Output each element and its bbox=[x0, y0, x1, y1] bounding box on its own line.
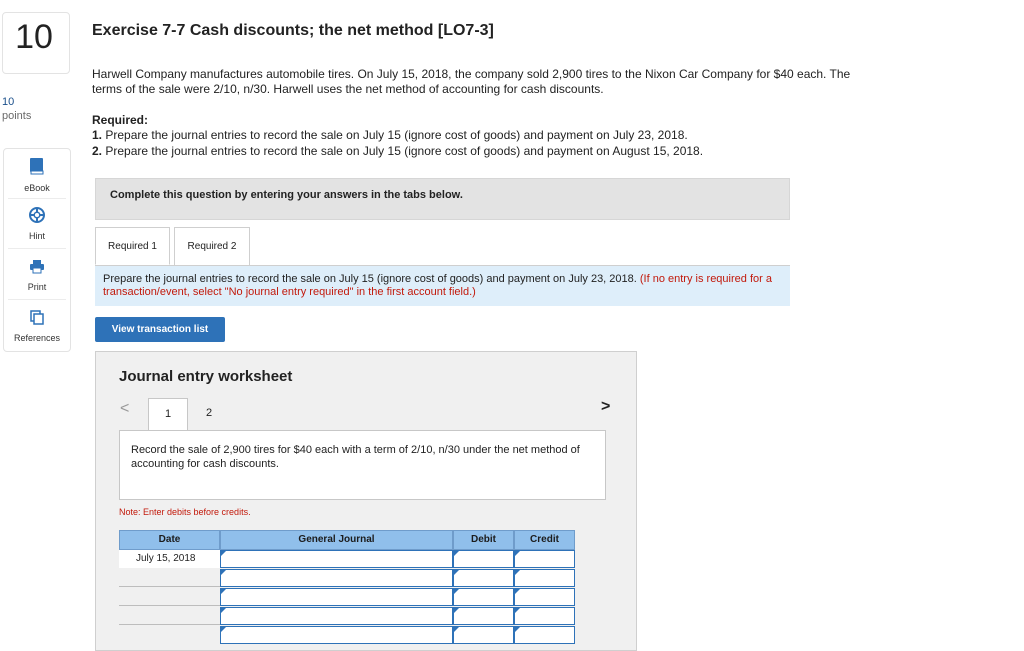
tool-divider bbox=[8, 198, 66, 199]
transaction-description: Record the sale of 2,900 tires for $40 e… bbox=[119, 430, 606, 500]
references-label: References bbox=[13, 333, 61, 343]
tool-divider bbox=[8, 248, 66, 249]
instruction-text: Prepare the journal entries to record th… bbox=[103, 273, 637, 285]
column-general-journal: General Journal bbox=[220, 530, 453, 550]
hint-button[interactable]: Hint bbox=[4, 207, 70, 241]
general-journal-input[interactable] bbox=[220, 569, 453, 587]
hint-label: Hint bbox=[28, 231, 45, 241]
row-divider bbox=[119, 624, 220, 625]
journal-entry-worksheet: Journal entry worksheet < 1 2 > Record t… bbox=[95, 351, 637, 651]
row-divider bbox=[119, 605, 220, 606]
required-item-text: Prepare the journal entries to record th… bbox=[105, 144, 704, 158]
required-item-text: Prepare the journal entries to record th… bbox=[105, 128, 688, 142]
next-page-button[interactable]: > bbox=[601, 398, 610, 416]
view-transaction-list-button[interactable]: View transaction list bbox=[95, 317, 225, 342]
tab-required-2[interactable]: Required 2 bbox=[174, 227, 250, 265]
debit-input[interactable] bbox=[453, 607, 514, 625]
debit-input[interactable] bbox=[453, 588, 514, 606]
page-tab-2[interactable]: 2 bbox=[189, 398, 229, 430]
tools-panel: eBook Hint Print References bbox=[3, 148, 71, 352]
debits-note: Note: Enter debits before credits. bbox=[119, 507, 251, 517]
entry-date-cell: July 15, 2018 bbox=[119, 550, 220, 568]
column-debit: Debit bbox=[453, 530, 514, 550]
instruction-panel: Prepare the journal entries to record th… bbox=[95, 266, 790, 306]
points-label: points bbox=[2, 110, 32, 122]
complete-question-text: Complete this question by entering your … bbox=[110, 189, 463, 201]
points-value: 10 bbox=[2, 96, 15, 108]
prev-page-button[interactable]: < bbox=[120, 400, 129, 418]
required-heading: Required: bbox=[92, 113, 149, 127]
exercise-intro: Harwell Company manufactures automobile … bbox=[92, 67, 851, 96]
page-tab-1[interactable]: 1 bbox=[148, 398, 188, 430]
required-item-number: 2. bbox=[92, 144, 103, 158]
exercise-title: Exercise 7-7 Cash discounts; the net met… bbox=[92, 22, 494, 39]
ebook-label: eBook bbox=[24, 183, 50, 193]
ebook-button[interactable]: eBook bbox=[4, 157, 70, 193]
general-journal-input[interactable] bbox=[220, 550, 453, 568]
column-credit: Credit bbox=[514, 530, 575, 550]
question-number: 10 bbox=[15, 18, 53, 56]
column-date: Date bbox=[119, 530, 220, 550]
copy-icon bbox=[30, 310, 44, 325]
debit-input[interactable] bbox=[453, 626, 514, 644]
print-label: Print bbox=[27, 282, 47, 292]
required-item-number: 1. bbox=[92, 128, 103, 142]
lifebuoy-icon bbox=[29, 207, 45, 223]
tab-required-1[interactable]: Required 1 bbox=[95, 227, 170, 265]
credit-input[interactable] bbox=[514, 588, 575, 606]
complete-question-banner: Complete this question by entering your … bbox=[95, 178, 790, 220]
tool-divider bbox=[8, 299, 66, 300]
credit-input[interactable] bbox=[514, 626, 575, 644]
book-icon bbox=[30, 158, 44, 175]
required-item-2: 2. Prepare the journal entries to record… bbox=[92, 144, 703, 158]
general-journal-input[interactable] bbox=[220, 588, 453, 606]
references-button[interactable]: References bbox=[4, 309, 70, 343]
general-journal-input[interactable] bbox=[220, 626, 453, 644]
debit-input[interactable] bbox=[453, 569, 514, 587]
debit-input[interactable] bbox=[453, 550, 514, 568]
credit-input[interactable] bbox=[514, 569, 575, 587]
worksheet-title: Journal entry worksheet bbox=[119, 368, 293, 385]
printer-icon bbox=[30, 260, 44, 274]
general-journal-input[interactable] bbox=[220, 607, 453, 625]
credit-input[interactable] bbox=[514, 607, 575, 625]
credit-input[interactable] bbox=[514, 550, 575, 568]
required-item-1: 1. Prepare the journal entries to record… bbox=[92, 128, 688, 142]
print-button[interactable]: Print bbox=[4, 259, 70, 292]
row-divider bbox=[119, 586, 220, 587]
